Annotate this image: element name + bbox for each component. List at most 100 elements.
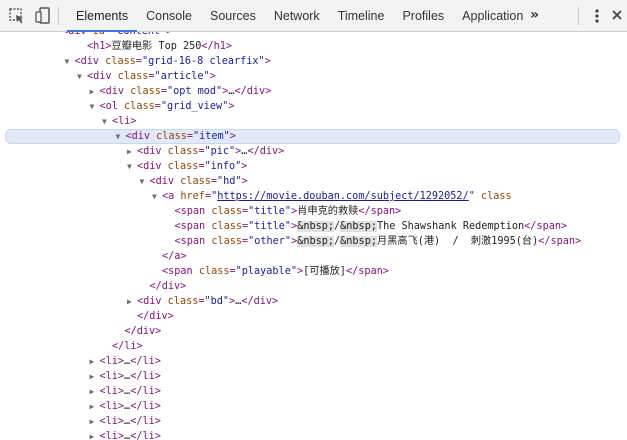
tab-network[interactable]: Network: [265, 0, 329, 32]
tag-token: >: [228, 101, 235, 112]
kebab-menu-icon[interactable]: [589, 8, 605, 24]
tag-token: </h1>: [201, 41, 233, 52]
attribute-value: "opt mod": [166, 86, 223, 97]
dom-node-line[interactable]: ▶ <li>…</li>: [0, 399, 627, 414]
tag-token: <li>: [99, 371, 125, 382]
collapsed-arrow-icon[interactable]: ▶: [127, 144, 137, 159]
expanded-arrow-icon[interactable]: ▼: [90, 99, 100, 114]
tag-token: <div: [62, 32, 93, 37]
dom-node-line[interactable]: </li>: [0, 339, 627, 354]
attribute-name: class: [167, 146, 199, 157]
dom-node-line[interactable]: ▼ <ol class="grid_view">: [0, 99, 627, 114]
dom-node-line[interactable]: <h1>豆瓣电影 Top 250</h1>: [0, 39, 627, 54]
tag-token: <div: [137, 161, 168, 172]
dom-node-line[interactable]: <div id="content">: [0, 32, 627, 39]
dom-node-line[interactable]: ▶ <div class="bd">…</div>: [0, 294, 627, 309]
dom-node-line[interactable]: </div>: [0, 279, 627, 294]
more-tabs-button[interactable]: »: [530, 0, 539, 32]
dom-node-selected[interactable]: ▼ <div class="item">: [5, 129, 620, 144]
tag-token: <ol: [99, 101, 125, 112]
dom-node-line[interactable]: ▶ <div class="pic">…</div>: [0, 144, 627, 159]
tab-profiles[interactable]: Profiles: [393, 0, 453, 32]
tag-token: >: [264, 56, 271, 67]
tag-token: </span>: [524, 221, 568, 232]
tag-token: <div: [137, 296, 168, 307]
dom-node-line[interactable]: ▼ <div class="grid-16-8 clearfix">: [0, 54, 627, 69]
tag-token: <h1>: [87, 41, 112, 52]
dom-node-line[interactable]: <span class="title">肖申克的救赎</span>: [0, 204, 627, 219]
tag-token: <span: [162, 266, 199, 277]
attribute-value: "title": [248, 221, 292, 232]
tag-token: </div>: [247, 146, 285, 157]
attribute-value: "bd": [204, 296, 230, 307]
tab-elements[interactable]: Elements: [67, 0, 138, 32]
expanded-arrow-icon[interactable]: ▼: [65, 54, 75, 69]
close-icon[interactable]: [609, 7, 625, 23]
attribute-name: class: [167, 161, 199, 172]
dom-node-line[interactable]: ▶ <li>…</li>: [0, 354, 627, 369]
dom-node-line[interactable]: </div>: [0, 309, 627, 324]
collapsed-arrow-icon[interactable]: ▶: [90, 369, 100, 384]
collapsed-arrow-icon[interactable]: ▶: [90, 429, 100, 440]
expanded-arrow-icon[interactable]: ▼: [77, 69, 87, 84]
collapsed-arrow-icon[interactable]: ▶: [90, 354, 100, 369]
attribute-name: class: [198, 266, 230, 277]
tag-token: </div>: [124, 326, 162, 337]
expanded-arrow-icon[interactable]: ▼: [102, 114, 112, 129]
collapsed-arrow-icon[interactable]: ▶: [90, 414, 100, 429]
tag-token: <span: [174, 206, 212, 217]
dom-node-line[interactable]: ▶ <li>…</li>: [0, 384, 627, 399]
dom-node-line[interactable]: ▼ <a href="https://movie.douban.com/subje…: [0, 189, 627, 204]
tab-console[interactable]: Console: [137, 0, 201, 32]
attribute-value: "content": [111, 32, 166, 37]
tab-application[interactable]: Application: [453, 0, 532, 32]
dom-node-line[interactable]: </a>: [0, 249, 627, 264]
devtools-toolbar: Elements Console Sources Network Timeline Pro…: [0, 0, 627, 32]
device-toolbar-icon[interactable]: [32, 5, 54, 27]
dom-node-line[interactable]: ▶ <li>…</li>: [0, 369, 627, 384]
dom-node-line[interactable]: </div>: [0, 324, 627, 339]
expanded-arrow-icon[interactable]: ▼: [140, 174, 150, 189]
tab-sources[interactable]: Sources: [201, 0, 265, 32]
entity-token: &nbsp;: [297, 221, 335, 232]
dom-node-line[interactable]: <span class="title">&nbsp;/&nbsp;The Sha…: [0, 219, 627, 234]
dom-node-line[interactable]: <span class="other">&nbsp;/&nbsp;月黑高飞(港)…: [0, 234, 627, 249]
attribute-name: class: [211, 236, 242, 247]
tag-token: </span>: [345, 266, 389, 277]
collapsed-arrow-icon[interactable]: ▶: [90, 399, 100, 414]
tag-token: </li>: [130, 386, 161, 397]
dom-node-line[interactable]: ▼ <div class="hd">: [0, 174, 627, 189]
dom-node-line[interactable]: ▶ <li>…</li>: [0, 429, 627, 440]
dom-node-line[interactable]: ▶ <li>…</li>: [0, 414, 627, 429]
dom-node-line[interactable]: ▼ <div class="article">: [0, 69, 627, 84]
expanded-arrow-icon[interactable]: ▼: [152, 189, 162, 204]
attribute-name: class: [124, 101, 155, 112]
dom-node-line[interactable]: ▼ <li>: [0, 114, 627, 129]
tag-token: </li>: [130, 371, 161, 382]
attribute-name: class: [180, 176, 211, 187]
attribute-name: class: [117, 71, 149, 82]
expanded-arrow-icon[interactable]: ▼: [127, 159, 137, 174]
tag-token: </div>: [234, 86, 272, 97]
inspect-element-icon[interactable]: [6, 5, 28, 27]
attribute-name: href: [180, 191, 205, 202]
collapsed-arrow-icon[interactable]: ▶: [90, 384, 100, 399]
attribute-value: "grid_view": [160, 101, 229, 112]
tag-token: <li>: [99, 431, 125, 440]
tab-timeline[interactable]: Timeline: [329, 0, 394, 32]
collapsed-arrow-icon[interactable]: ▶: [90, 84, 100, 99]
tag-token: </div>: [137, 311, 174, 322]
dom-node-line[interactable]: ▼ <div class="info">: [0, 159, 627, 174]
dom-node-line[interactable]: <span class="playable">[可播放]</span>: [0, 264, 627, 279]
expanded-arrow-icon[interactable]: ▼: [116, 130, 126, 143]
href-link[interactable]: https://movie.douban.com/subject/1292052…: [217, 191, 468, 202]
tag-token: </li>: [112, 341, 143, 352]
tag-token: <li>: [99, 356, 125, 367]
tag-token: >: [241, 161, 248, 172]
attribute-name: class: [167, 296, 199, 307]
attribute-name: class: [481, 191, 512, 202]
tag-token: </span>: [538, 236, 582, 247]
panel-tabs: Elements Console Sources Network Timeline Pro…: [67, 0, 532, 32]
collapsed-arrow-icon[interactable]: ▶: [127, 294, 137, 309]
dom-node-line[interactable]: ▶ <div class="opt mod">…</div>: [0, 84, 627, 99]
